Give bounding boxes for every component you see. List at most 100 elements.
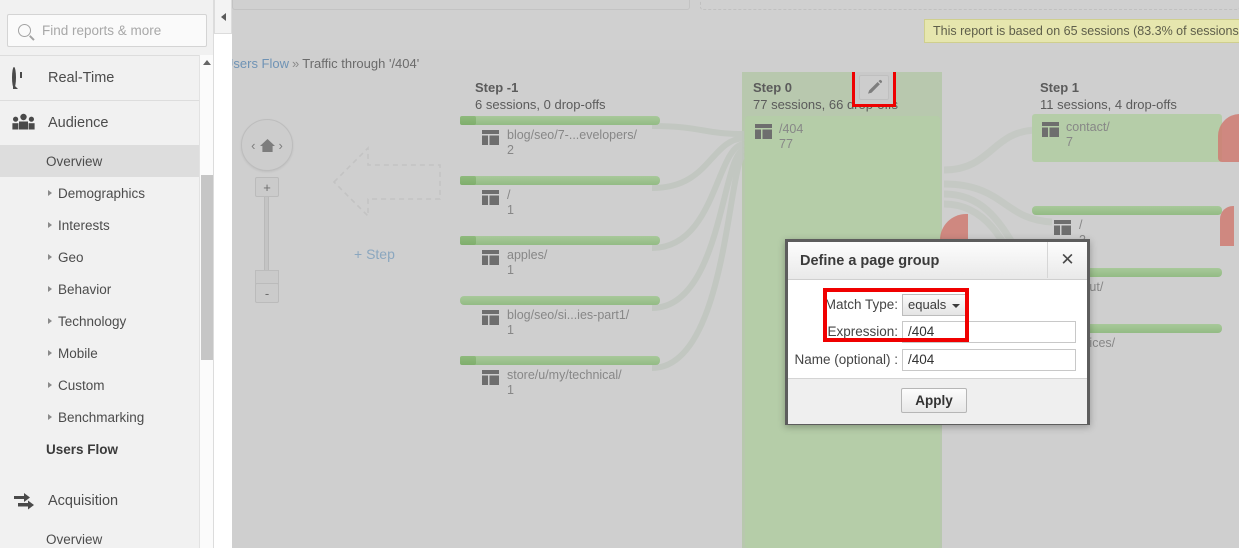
page-icon — [482, 370, 499, 385]
sidebar-item-custom[interactable]: Custom — [0, 369, 213, 401]
edit-page-group-button[interactable] — [859, 75, 889, 100]
flow-node[interactable]: contact/ 7 — [1032, 114, 1222, 162]
expression-input[interactable] — [902, 320, 1076, 343]
arrows-icon — [12, 491, 38, 511]
sidebar-group-label: Acquisition — [48, 493, 119, 509]
node-bar — [460, 296, 660, 305]
sidebar-item-label: Technology — [58, 313, 127, 329]
name-row: Name (optional) : — [788, 347, 1093, 372]
right-chevron-icon[interactable]: › — [279, 138, 283, 153]
sidebar-item-label: Overview — [46, 531, 103, 547]
page-icon — [755, 124, 772, 139]
chevron-right-icon — [48, 286, 52, 292]
match-type-label: Match Type: — [824, 297, 898, 312]
dialog-body: Match Type: equals Expression: Name (opt… — [788, 280, 1087, 378]
match-type-row: Match Type: equals — [788, 292, 1093, 317]
dialog-title-bar: Define a page group ✕ — [788, 242, 1087, 280]
flow-node[interactable]: blog/seo/si...ies-part1/ 1 — [460, 296, 660, 344]
node-bar — [460, 356, 660, 365]
sidebar-item-behavior[interactable]: Behavior — [0, 273, 213, 305]
sidebar-group-acquisition[interactable]: Acquisition — [0, 479, 213, 523]
scrollbar-thumb[interactable] — [201, 175, 213, 360]
pencil-icon — [867, 79, 882, 94]
sidebar-item-label: Mobile — [58, 345, 98, 361]
sidebar: Real-Time Audience Ov — [0, 0, 214, 548]
zoom-slider-thumb[interactable] — [255, 270, 279, 284]
collapse-panel-button[interactable] — [214, 0, 232, 34]
sidebar-item-users-flow[interactable]: Users Flow — [0, 433, 213, 465]
node-inflow-stub — [460, 176, 476, 185]
node-title: / — [1079, 218, 1083, 232]
close-icon[interactable]: ✕ — [1047, 242, 1087, 278]
sidebar-scrollbar[interactable] — [199, 55, 213, 548]
search-input[interactable] — [40, 22, 204, 39]
flow-node[interactable]: blog/seo/7-...evelopers/ 2 — [460, 116, 660, 164]
chevron-right-icon — [48, 350, 52, 356]
node-value: 2 — [507, 143, 514, 157]
toolbar-panel-left — [232, 0, 690, 10]
zoom-slider[interactable]: + - — [255, 177, 279, 303]
sidebar-nav: Real-Time Audience Overview Demographics… — [0, 55, 213, 548]
chevron-right-icon — [48, 382, 52, 388]
node-value: 1 — [507, 383, 514, 397]
sidebar-item-label: Overview — [46, 153, 103, 169]
page-icon — [482, 310, 499, 325]
sidebar-item-technology[interactable]: Technology — [0, 305, 213, 337]
node-bar — [1032, 206, 1222, 215]
step-header-1: Step 1 11 sessions, 4 drop-offs — [1040, 80, 1177, 112]
flow-node[interactable]: apples/ 1 — [460, 236, 660, 284]
chevron-right-icon — [48, 414, 52, 420]
name-input[interactable] — [902, 348, 1076, 371]
zoom-in-button[interactable]: + — [255, 177, 279, 197]
sampling-banner-text: This report is based on 65 sessions (83.… — [933, 24, 1239, 38]
top-toolbar-strip: This report is based on 65 sessions (83.… — [232, 0, 1239, 50]
sidebar-group-label: Audience — [48, 115, 109, 131]
match-type-value: equals — [908, 297, 947, 312]
sidebar-group-real-time[interactable]: Real-Time — [0, 56, 213, 100]
add-step-control[interactable]: + Step — [332, 134, 442, 264]
sidebar-group-audience[interactable]: Audience — [0, 101, 213, 145]
zoom-out-button[interactable]: - — [255, 283, 279, 303]
sidebar-group-label: Real-Time — [48, 70, 115, 86]
step-stats: 6 sessions, 0 drop-offs — [475, 97, 606, 112]
chevron-up-icon — [202, 60, 211, 65]
flow-node[interactable]: store/u/my/technical/ 1 — [460, 356, 660, 404]
chevron-right-icon — [48, 254, 52, 260]
node-title: store/u/my/technical/ — [507, 368, 622, 382]
node-value: 1 — [507, 323, 514, 337]
node-bar — [460, 236, 660, 245]
sidebar-item-geo[interactable]: Geo — [0, 241, 213, 273]
search-box[interactable] — [7, 14, 207, 47]
reset-view-button[interactable]: ‹ › — [241, 119, 293, 171]
sidebar-item-interests[interactable]: Interests — [0, 209, 213, 241]
page-icon — [482, 250, 499, 265]
sidebar-item-acquisition-overview[interactable]: Overview — [0, 523, 213, 548]
step-title: Step 1 — [1040, 80, 1080, 95]
sidebar-item-label: Geo — [58, 249, 84, 265]
app-root: Real-Time Audience Ov — [0, 0, 1239, 548]
node-title: blog/seo/si...ies-part1/ — [507, 308, 630, 322]
left-chevron-icon[interactable]: ‹ — [251, 138, 255, 153]
expression-row: Expression: — [788, 319, 1093, 344]
node-title: blog/seo/7-...evelopers/ — [507, 128, 637, 142]
apply-button[interactable]: Apply — [901, 388, 967, 413]
breadcrumb-current: Traffic through '/404' — [302, 56, 420, 71]
node-title: apples/ — [507, 248, 548, 262]
sidebar-item-benchmarking[interactable]: Benchmarking — [0, 401, 213, 433]
scroll-up-button[interactable] — [200, 55, 213, 70]
sidebar-item-overview[interactable]: Overview — [0, 145, 213, 177]
node-value: 77 — [779, 137, 793, 151]
chevron-right-icon — [48, 222, 52, 228]
chevron-left-icon — [220, 12, 226, 21]
node-value: 7 — [1066, 135, 1073, 149]
node-title: / — [507, 188, 511, 202]
sidebar-item-mobile[interactable]: Mobile — [0, 337, 213, 369]
flow-node[interactable]: / 1 — [460, 176, 660, 224]
clock-icon — [12, 67, 38, 88]
sidebar-item-demographics[interactable]: Demographics — [0, 177, 213, 209]
node-bar — [460, 116, 660, 125]
breadcrumb-link-users-flow[interactable]: Users Flow — [232, 56, 289, 71]
dialog-footer: Apply — [788, 378, 1087, 424]
match-type-select[interactable]: equals — [902, 293, 966, 316]
node-title: /404 — [779, 122, 804, 136]
